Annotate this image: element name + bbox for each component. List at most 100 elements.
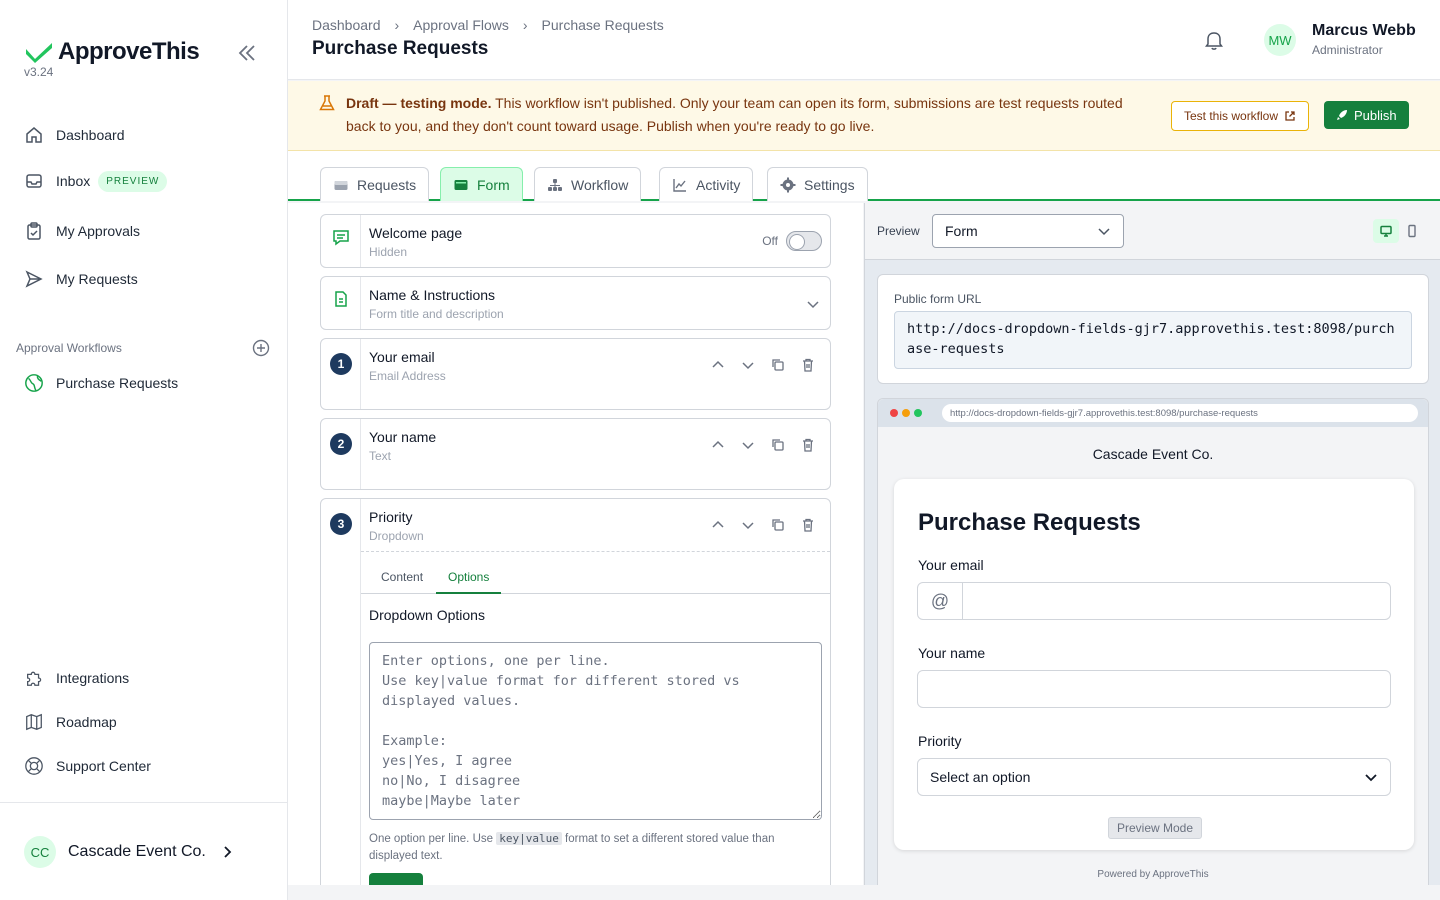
preview-name-input[interactable]	[917, 670, 1391, 708]
tab-requests-label: Requests	[357, 176, 417, 193]
clipboard-check-icon	[24, 221, 44, 241]
preview-select-value: Form	[945, 223, 978, 239]
preview-org-name: Cascade Event Co.	[1092, 446, 1214, 462]
collapse-sidebar-icon[interactable]	[236, 42, 258, 64]
chevron-down-icon[interactable]	[806, 297, 820, 311]
user-avatar[interactable]: MW	[1264, 24, 1296, 56]
sidebar-divider	[0, 802, 288, 803]
preview-email-label: Your email	[918, 557, 984, 573]
test-workflow-button[interactable]: Test this workflow	[1171, 101, 1310, 131]
move-down-icon[interactable]	[740, 437, 756, 453]
org-name: Cascade Event Co.	[68, 843, 206, 860]
user-role: Administrator	[1312, 43, 1383, 57]
preview-priority-label: Priority	[918, 733, 962, 749]
public-url-label: Public form URL	[894, 292, 982, 306]
document-icon	[335, 291, 347, 307]
tab-activity[interactable]: Activity	[659, 167, 754, 201]
field-title: Priority	[369, 509, 413, 525]
test-workflow-label: Test this workflow	[1184, 109, 1279, 123]
preview-name-label: Your name	[918, 645, 986, 661]
chevron-down-icon	[1098, 228, 1110, 236]
nav-my-requests[interactable]: My Requests	[24, 265, 138, 293]
bell-icon[interactable]	[1202, 28, 1226, 52]
subtab-content[interactable]: Content	[381, 570, 423, 592]
field-number: 2	[330, 433, 352, 455]
preview-email-input[interactable]: @	[917, 582, 1391, 620]
trash-icon[interactable]	[800, 437, 816, 453]
window-dot-red	[890, 409, 898, 417]
nav-roadmap[interactable]: Roadmap	[24, 708, 117, 736]
subtab-options[interactable]: Options	[436, 570, 502, 594]
nav-support-center-label: Support Center	[56, 758, 151, 774]
move-up-icon[interactable]	[710, 437, 726, 453]
dropdown-options-textarea[interactable]	[369, 642, 822, 820]
move-down-icon[interactable]	[740, 517, 756, 533]
sidebar: ApproveThis v3.24 Dashboard Inbox PREVIE…	[0, 0, 288, 900]
user-name: Marcus Webb	[1312, 22, 1416, 39]
welcome-page-status: Hidden	[369, 245, 408, 259]
nav-my-approvals-label: My Approvals	[56, 223, 141, 239]
field-sub-tabs: Content Options	[361, 565, 830, 594]
public-url-value[interactable]: http://docs-dropdown-fields-gjr7.approve…	[894, 311, 1412, 369]
desktop-icon[interactable]	[1373, 219, 1399, 243]
preview-mode-badge: Preview Mode	[1108, 817, 1203, 839]
preview-priority-select[interactable]: Select an option	[917, 758, 1391, 796]
banner-message: Draft — testing mode. This workflow isn'…	[346, 92, 1146, 138]
move-up-icon[interactable]	[710, 357, 726, 373]
nav-integrations[interactable]: Integrations	[24, 664, 129, 692]
powered-by: Powered by ApproveThis	[1097, 869, 1209, 880]
move-down-icon[interactable]	[740, 357, 756, 373]
field-card-name[interactable]: 2 Your name Text	[320, 418, 831, 490]
move-up-icon[interactable]	[710, 517, 726, 533]
duplicate-icon[interactable]	[770, 517, 786, 533]
nav-dashboard-label: Dashboard	[56, 127, 125, 143]
welcome-page-card[interactable]: Welcome page Hidden Off	[320, 214, 831, 268]
welcome-toggle-label: Off	[762, 234, 778, 248]
puzzle-icon	[24, 668, 44, 688]
org-avatar: CC	[24, 836, 56, 868]
browser-address: http://docs-dropdown-fields-gjr7.approve…	[942, 404, 1418, 422]
tab-settings[interactable]: Settings	[767, 167, 868, 201]
org-switcher[interactable]: CC Cascade Event Co.	[24, 836, 234, 868]
preview-select[interactable]: Form	[932, 214, 1124, 248]
nav-my-requests-label: My Requests	[56, 271, 138, 287]
workflow-purchase-requests[interactable]: Purchase Requests	[24, 369, 178, 397]
duplicate-icon[interactable]	[770, 437, 786, 453]
draft-banner: Draft — testing mode. This workflow isn'…	[288, 81, 1440, 151]
save-options-button[interactable]	[369, 873, 423, 885]
tab-form[interactable]: Form	[440, 167, 523, 201]
nav-inbox[interactable]: Inbox PREVIEW	[24, 167, 168, 195]
mobile-icon[interactable]	[1399, 219, 1425, 243]
field-type: Text	[369, 449, 392, 463]
publish-button[interactable]: Publish	[1324, 101, 1409, 129]
chart-line-icon	[672, 177, 688, 193]
breadcrumb-approval-flows[interactable]: Approval Flows	[413, 17, 509, 33]
workflow-icon	[547, 177, 563, 193]
nav-dashboard[interactable]: Dashboard	[24, 121, 125, 149]
life-ring-icon	[24, 756, 44, 776]
name-instructions-card[interactable]: Name & Instructions Form title and descr…	[320, 276, 831, 330]
banner-bold: Draft — testing mode.	[346, 95, 492, 111]
nav-support-center[interactable]: Support Center	[24, 752, 151, 780]
field-card-priority[interactable]: 3 Priority Dropdown Content Options Drop…	[320, 498, 831, 885]
trash-icon[interactable]	[800, 517, 816, 533]
welcome-page-toggle[interactable]	[786, 231, 822, 251]
nav-my-approvals[interactable]: My Approvals	[24, 217, 140, 245]
app-logo[interactable]: ApproveThis	[24, 38, 200, 66]
key-value-code: key|value	[496, 832, 562, 845]
preview-badge: PREVIEW	[98, 170, 168, 192]
breadcrumb-dashboard[interactable]: Dashboard	[312, 17, 381, 33]
add-workflow-icon[interactable]	[252, 339, 270, 357]
form-icon	[453, 177, 469, 193]
tab-workflow[interactable]: Workflow	[534, 167, 642, 201]
duplicate-icon[interactable]	[770, 357, 786, 373]
inbox-icon	[24, 171, 44, 191]
tab-activity-label: Activity	[696, 176, 741, 193]
at-icon: @	[918, 583, 963, 619]
trash-icon[interactable]	[800, 357, 816, 373]
tab-requests[interactable]: Requests	[320, 167, 430, 201]
field-card-email[interactable]: 1 Your email Email Address	[320, 338, 831, 410]
field-actions	[696, 357, 816, 373]
logo-check-icon	[26, 43, 52, 63]
dropdown-help-text: One option per line. Use key|value forma…	[369, 832, 775, 862]
